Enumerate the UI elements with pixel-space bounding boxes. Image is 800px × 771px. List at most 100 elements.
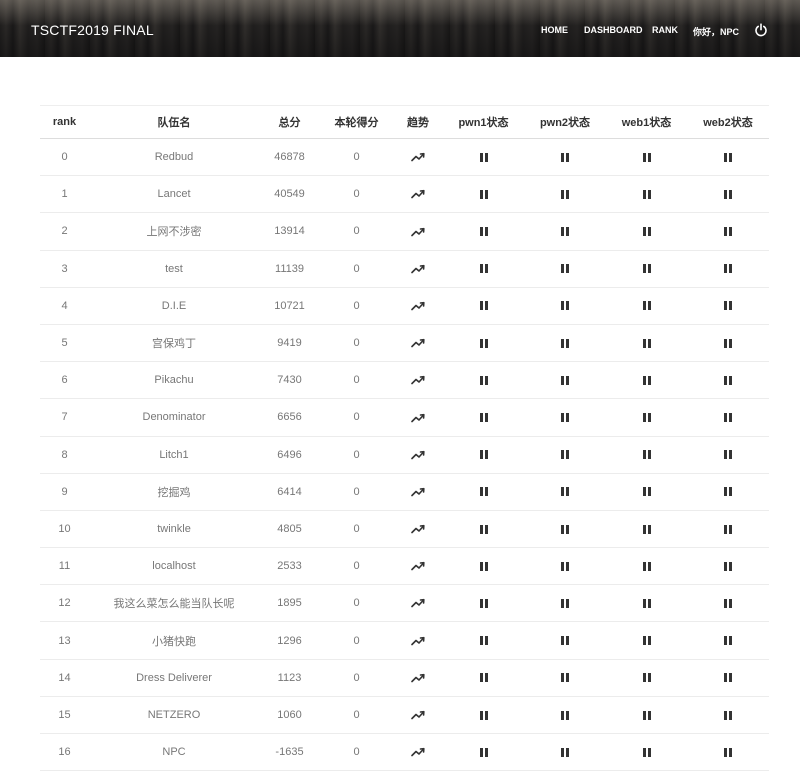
trending-up-icon[interactable] [411, 411, 425, 423]
round-score-cell: 0 [353, 299, 360, 312]
pwn1-status-cell [443, 659, 524, 696]
nav-dashboard[interactable]: DASHBOARD [584, 25, 643, 35]
trending-up-icon[interactable] [411, 188, 425, 200]
trending-up-icon[interactable] [411, 449, 425, 461]
trending-up-icon[interactable] [411, 374, 425, 386]
web2-status-cell [687, 734, 769, 771]
web2-status-cell [687, 622, 769, 659]
rank-cell: 7 [61, 411, 68, 424]
rank-cell: 4 [61, 299, 68, 312]
pwn2-status-cell [524, 734, 606, 771]
pwn1-status-cell [443, 734, 524, 771]
team-name-cell: twinkle [157, 522, 191, 535]
nav-rank[interactable]: RANK [652, 25, 678, 35]
trending-up-icon[interactable] [411, 635, 425, 647]
web2-status-cell [687, 250, 769, 287]
total-score-cell: 4805 [277, 522, 302, 535]
web1-status-cell [606, 548, 687, 585]
pause-icon [561, 598, 569, 608]
pause-icon [642, 487, 651, 497]
pause-icon [479, 152, 488, 162]
nav-home[interactable]: HOME [541, 25, 568, 35]
pwn1-status-cell [443, 436, 524, 473]
pause-icon [642, 301, 651, 311]
team-name-cell: 小猪快跑 [152, 635, 196, 648]
nav-user-greeting[interactable]: 你好，NPC [693, 25, 739, 38]
web2-status-cell [687, 510, 769, 547]
pause-icon [561, 189, 569, 199]
round-score-cell: 0 [353, 671, 360, 684]
table-row: 2 上网不涉密 13914 0 [40, 213, 769, 251]
web1-status-cell [606, 659, 687, 696]
pause-icon [642, 264, 651, 274]
trending-up-icon[interactable] [411, 523, 425, 535]
trending-up-icon[interactable] [411, 709, 425, 721]
column-header-team: 队伍名 [157, 117, 191, 129]
total-score-cell: 1060 [277, 708, 302, 721]
trend-cell [393, 436, 443, 473]
table-header: rank 队伍名 总分 本轮得分 趋势 pwn1状态 pwn2状态 web1状态… [40, 105, 769, 139]
column-header-round-score: 本轮得分 [334, 117, 379, 129]
pause-icon [724, 747, 732, 757]
pause-icon [561, 710, 569, 720]
top-navbar: TSCTF2019 FINAL HOME DASHBOARD RANK 你好，N… [0, 0, 800, 57]
trending-up-icon[interactable] [411, 746, 425, 758]
trending-up-icon[interactable] [411, 560, 425, 572]
web1-status-cell [606, 473, 687, 510]
web1-status-cell [606, 176, 687, 213]
web2-status-cell [687, 176, 769, 213]
pause-icon [479, 227, 488, 237]
total-score-cell: 2533 [277, 560, 302, 573]
trending-up-icon[interactable] [411, 337, 425, 349]
trending-up-icon[interactable] [411, 672, 425, 684]
pause-icon [724, 673, 732, 683]
pause-icon [561, 338, 569, 348]
round-score-cell: 0 [353, 448, 360, 461]
pause-icon [642, 636, 651, 646]
pwn2-status-cell [524, 548, 606, 585]
power-icon[interactable] [754, 23, 768, 37]
pause-icon [561, 264, 569, 274]
pause-icon [724, 450, 732, 460]
trend-cell [393, 362, 443, 399]
pause-icon [724, 487, 732, 497]
rank-cell: 2 [61, 225, 68, 238]
pause-icon [479, 413, 488, 422]
trend-cell [393, 176, 443, 213]
table-row: 10 twinkle 4805 0 [40, 510, 769, 548]
pwn1-status-cell [443, 548, 524, 585]
column-header-trend: 趋势 [407, 117, 429, 129]
rank-table: rank 队伍名 总分 本轮得分 趋势 pwn1状态 pwn2状态 web1状态… [40, 105, 769, 771]
trending-up-icon[interactable] [411, 225, 425, 237]
round-score-cell: 0 [353, 746, 360, 759]
trend-cell [393, 213, 443, 250]
round-score-cell: 0 [353, 708, 360, 721]
trending-up-icon[interactable] [411, 486, 425, 498]
rank-cell: 16 [58, 746, 71, 759]
pause-icon [642, 710, 651, 720]
pause-icon [479, 301, 488, 311]
trend-cell [393, 399, 443, 436]
trending-up-icon[interactable] [411, 300, 425, 312]
pause-icon [642, 227, 651, 237]
web1-status-cell [606, 622, 687, 659]
trend-cell [393, 734, 443, 771]
team-name-cell: D.I.E [161, 299, 187, 312]
pwn2-status-cell [524, 324, 606, 361]
total-score-cell: 13914 [274, 225, 305, 238]
team-name-cell: 上网不涉密 [146, 226, 202, 239]
trending-up-icon[interactable] [411, 263, 425, 275]
pwn2-status-cell [524, 139, 606, 176]
pause-icon [479, 747, 488, 757]
rank-cell: 13 [58, 634, 71, 647]
trending-up-icon[interactable] [411, 151, 425, 163]
web1-status-cell [606, 399, 687, 436]
web2-status-cell [687, 436, 769, 473]
column-header-total: 总分 [278, 117, 301, 129]
trending-up-icon[interactable] [411, 597, 425, 609]
pwn2-status-cell [524, 659, 606, 696]
column-header-web1: web1状态 [621, 117, 672, 129]
table-row: 0 Redbud 46878 0 [40, 139, 769, 176]
table-row: 6 Pikachu 7430 0 [40, 362, 769, 399]
pause-icon [642, 673, 651, 683]
